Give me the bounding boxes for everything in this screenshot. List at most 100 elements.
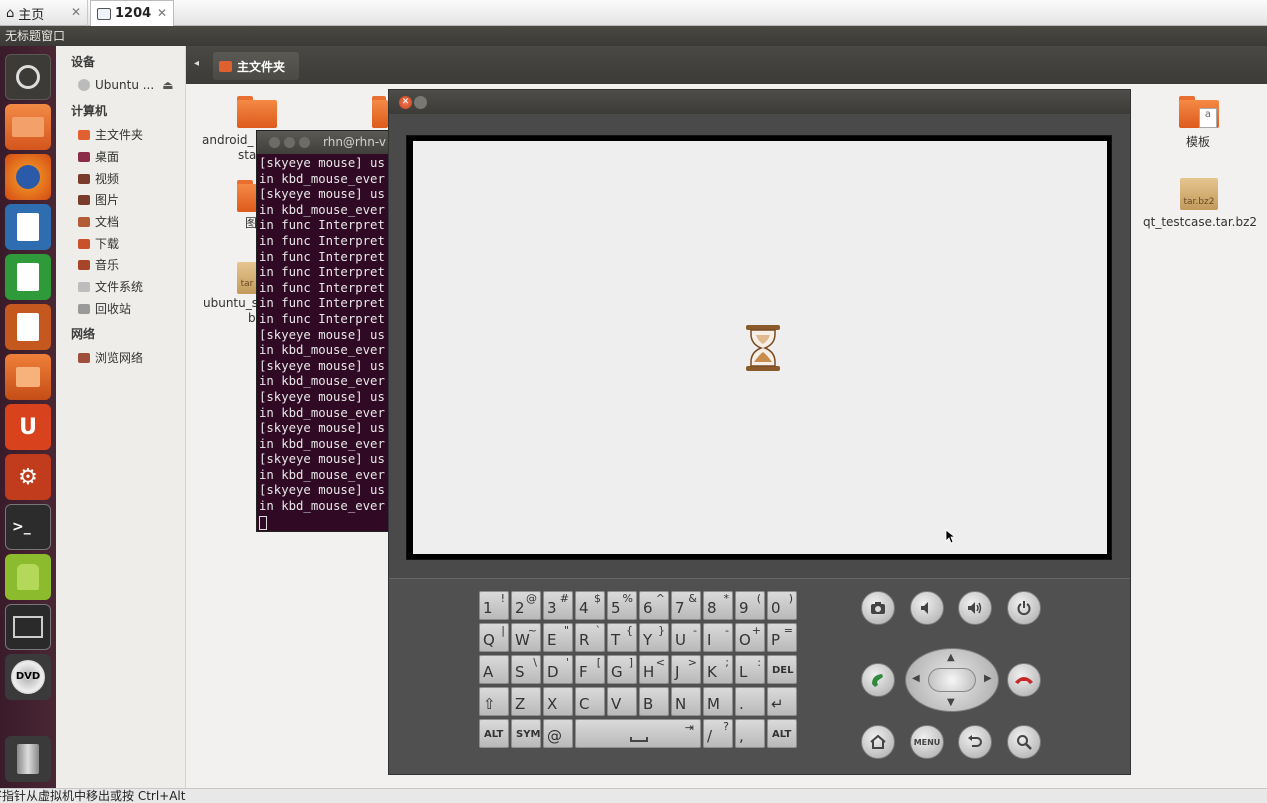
firefox-icon[interactable] <box>5 154 51 200</box>
key-s[interactable]: S \ <box>511 655 541 684</box>
impress-icon[interactable] <box>5 304 51 350</box>
key-n[interactable]: N <box>671 687 701 716</box>
key-f[interactable]: F[ <box>575 655 605 684</box>
sidebar-item-device[interactable]: Ubuntu ... ⏏ <box>78 78 174 92</box>
key-h[interactable]: H < <box>639 655 669 684</box>
key-g[interactable]: G] <box>607 655 637 684</box>
minimize-icon[interactable] <box>284 137 295 148</box>
key-sym[interactable]: SYM <box>511 719 541 748</box>
key-o[interactable]: O + <box>735 623 765 652</box>
sidebar-item-desktop[interactable]: 桌面 <box>78 148 119 165</box>
system-settings-icon[interactable]: ⚙ <box>5 454 51 500</box>
key-z[interactable]: Z <box>511 687 541 716</box>
dpad[interactable]: ▲ ▼ ◀ ▶ <box>905 648 999 712</box>
archive-icon[interactable]: tar.bz2 <box>1180 178 1218 210</box>
emulator-titlebar[interactable]: ✕ <box>389 90 1130 114</box>
key-c[interactable]: C <box>575 687 605 716</box>
key-y[interactable]: Y} <box>639 623 669 652</box>
terminal-icon[interactable]: >_ <box>5 504 51 550</box>
terminal-output[interactable]: [skyeye mouse] us in kbd_mouse_ever [skyey… <box>259 156 395 530</box>
sidebar-item-network[interactable]: 浏览网络 <box>78 349 143 366</box>
key-i[interactable]: I- <box>703 623 733 652</box>
key-v[interactable]: V <box>607 687 637 716</box>
home-icon[interactable] <box>861 725 895 759</box>
dpad-center[interactable] <box>928 668 976 692</box>
close-icon[interactable]: ✕ <box>399 96 412 109</box>
dpad-right-icon[interactable]: ▶ <box>984 673 992 684</box>
close-icon[interactable] <box>269 137 280 148</box>
eject-icon[interactable]: ⏏ <box>162 78 173 92</box>
ubuntu-one-icon[interactable]: U <box>5 404 51 450</box>
key-3[interactable]: 3 # <box>543 591 573 620</box>
key-period[interactable]: . <box>735 687 765 716</box>
android-icon[interactable] <box>5 554 51 600</box>
enter-key[interactable]: ↵ <box>767 687 797 716</box>
key-q[interactable]: Q | <box>479 623 509 652</box>
search-icon[interactable] <box>1007 725 1041 759</box>
terminal-titlebar[interactable]: rhn@rhn-v <box>257 131 397 154</box>
key-r[interactable]: R ` <box>575 623 605 652</box>
key-a[interactable]: A <box>479 655 509 684</box>
sidebar-item-trash[interactable]: 回收站 <box>78 300 131 317</box>
sidebar-item-pictures[interactable]: 图片 <box>78 191 119 208</box>
key-at[interactable]: @ <box>543 719 573 748</box>
key-p[interactable]: P = <box>767 623 797 652</box>
key-comma[interactable]: , <box>735 719 765 748</box>
sidebar-item-documents[interactable]: 文档 <box>78 213 119 230</box>
breadcrumb[interactable]: 主文件夹 <box>213 52 299 80</box>
key-8[interactable]: 8 * <box>703 591 733 620</box>
sidebar-item-downloads[interactable]: 下载 <box>78 235 119 252</box>
volume-up-icon[interactable] <box>958 591 992 625</box>
calc-icon[interactable] <box>5 254 51 300</box>
key-5[interactable]: 5% <box>607 591 637 620</box>
maximize-icon[interactable] <box>299 137 310 148</box>
key-slash[interactable]: /? <box>703 719 733 748</box>
key-2[interactable]: 2 @ <box>511 591 541 620</box>
key-l[interactable]: L: <box>735 655 765 684</box>
sidebar-item-home[interactable]: 主文件夹 <box>78 126 143 143</box>
tab-vm[interactable]: 1204 ✕ <box>90 0 174 26</box>
archive-icon[interactable]: tar <box>237 262 257 294</box>
device-screen[interactable] <box>406 135 1112 560</box>
writer-icon[interactable] <box>5 204 51 250</box>
power-icon[interactable] <box>1007 591 1041 625</box>
sidebar-item-music[interactable]: 音乐 <box>78 256 119 273</box>
key-d[interactable]: D ' <box>543 655 573 684</box>
screen-content[interactable] <box>413 141 1107 554</box>
key-x[interactable]: X <box>543 687 573 716</box>
key-u[interactable]: U- <box>671 623 701 652</box>
key-e[interactable]: E " <box>543 623 573 652</box>
emulator-window[interactable]: ✕ 1! 2 @3 #4 $5% 6 ^ 7 & 8 * 9(0) Q | W ~ E " R ` T{Y} U - I - O +… <box>388 89 1131 775</box>
space-key[interactable]: ⇥ <box>575 719 701 748</box>
key-k[interactable]: K; <box>703 655 733 684</box>
key-t[interactable]: T{ <box>607 623 637 652</box>
back-arrow-icon[interactable]: ◂ <box>194 58 199 69</box>
tab-home[interactable]: ⌂ 主页 ✕ <box>0 0 88 26</box>
templates-folder-icon[interactable]: a <box>1179 96 1219 128</box>
key-9[interactable]: 9( <box>735 591 765 620</box>
minimize-icon[interactable] <box>414 96 427 109</box>
shift-key[interactable]: ⇧ <box>479 687 509 716</box>
dpad-left-icon[interactable]: ◀ <box>912 673 920 684</box>
key-4[interactable]: 4 $ <box>575 591 605 620</box>
key-0[interactable]: 0) <box>767 591 797 620</box>
folder-icon[interactable] <box>372 96 388 128</box>
trash-icon[interactable] <box>5 736 51 782</box>
folder-icon[interactable] <box>237 180 257 212</box>
call-icon[interactable] <box>861 663 895 697</box>
dpad-up-icon[interactable]: ▲ <box>947 652 955 663</box>
key-m[interactable]: M <box>703 687 733 716</box>
key-alt[interactable]: ALT <box>479 719 509 748</box>
key-b[interactable]: B <box>639 687 669 716</box>
key-6[interactable]: 6 ^ <box>639 591 669 620</box>
menu-button[interactable]: MENU <box>910 725 944 759</box>
key-7[interactable]: 7 & <box>671 591 701 620</box>
ubuntu-dash-icon[interactable] <box>5 54 51 100</box>
volume-down-icon[interactable] <box>910 591 944 625</box>
key-1[interactable]: 1! <box>479 591 509 620</box>
dpad-down-icon[interactable]: ▼ <box>947 697 955 708</box>
key-del[interactable]: DEL <box>767 655 797 684</box>
back-icon[interactable] <box>958 725 992 759</box>
folder-icon[interactable] <box>237 96 277 128</box>
key-alt[interactable]: ALT <box>767 719 797 748</box>
